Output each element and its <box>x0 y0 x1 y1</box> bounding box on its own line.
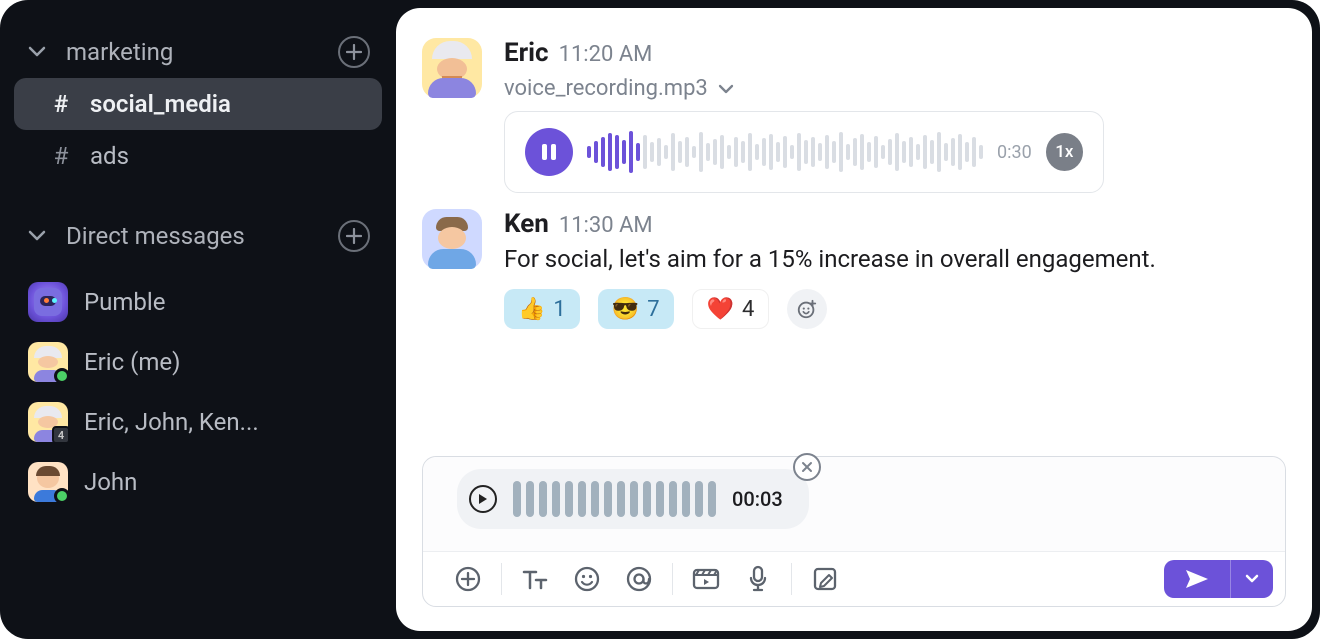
avatar: 4 <box>28 402 68 442</box>
add-dm-button[interactable] <box>338 220 370 252</box>
presence-online-icon <box>54 488 70 504</box>
hash-icon: # <box>50 90 72 118</box>
waveform[interactable] <box>587 131 983 173</box>
hash-icon: # <box>50 142 72 170</box>
reaction-sunglasses[interactable]: 😎 7 <box>598 289 674 329</box>
avatar[interactable] <box>422 38 482 98</box>
audio-duration: 0:30 <box>997 142 1032 163</box>
channel-social-media[interactable]: # social_media <box>14 78 382 130</box>
mention-button[interactable] <box>624 564 654 594</box>
reactions-row: 👍 1 😎 7 ❤️ 4 <box>504 289 1286 329</box>
reaction-count: 7 <box>647 297 659 322</box>
formatting-button[interactable] <box>520 564 550 594</box>
remove-recording-button[interactable] <box>793 453 821 481</box>
chevron-down-icon <box>26 230 48 242</box>
send-button[interactable] <box>1164 560 1230 598</box>
message-text: For social, let's aim for a 15% increase… <box>504 245 1286 273</box>
sidebar: marketing # social_media # ads Direct me… <box>0 0 396 639</box>
group-count-badge: 4 <box>52 426 70 444</box>
composer-toolbar <box>423 552 1285 606</box>
play-recording-button[interactable] <box>469 485 497 513</box>
attach-button[interactable] <box>453 564 483 594</box>
avatar <box>28 282 68 322</box>
emoji-thumbsup-icon: 👍 <box>518 297 545 322</box>
dm-section-label: Direct messages <box>66 222 320 250</box>
dm-label: Eric (me) <box>84 348 180 376</box>
reaction-thumbsup[interactable]: 👍 1 <box>504 289 580 329</box>
channel-label: ads <box>90 142 129 170</box>
avatar[interactable] <box>422 209 482 269</box>
send-options-button[interactable] <box>1230 560 1273 598</box>
channels-section-header[interactable]: marketing <box>0 26 396 78</box>
dm-eric-me[interactable]: Eric (me) <box>0 332 396 392</box>
chat-panel: Eric 11:20 AM voice_recording.mp3 <box>396 8 1312 631</box>
dm-label: Eric, John, Ken... <box>84 408 259 436</box>
add-reaction-button[interactable] <box>787 289 827 329</box>
message-timestamp: 11:30 AM <box>559 213 653 238</box>
attachment-header[interactable]: voice_recording.mp3 <box>504 76 1286 101</box>
emoji-button[interactable] <box>572 564 602 594</box>
dm-label: John <box>84 468 137 496</box>
presence-online-icon <box>54 368 70 384</box>
message-body: Ken 11:30 AM For social, let's aim for a… <box>504 209 1286 329</box>
dm-section-header[interactable]: Direct messages <box>0 210 396 262</box>
avatar <box>28 342 68 382</box>
emoji-sunglasses-icon: 😎 <box>612 297 639 322</box>
compose-button[interactable] <box>810 564 840 594</box>
recording-duration: 00:03 <box>732 487 783 511</box>
dm-group[interactable]: 4 Eric, John, Ken... <box>0 392 396 452</box>
avatar <box>28 462 68 502</box>
chevron-down-icon <box>26 46 48 58</box>
channels-section-label: marketing <box>66 38 320 66</box>
message: Ken 11:30 AM For social, let's aim for a… <box>422 209 1286 329</box>
app-root: marketing # social_media # ads Direct me… <box>0 0 1320 639</box>
message-header: Ken 11:30 AM <box>504 209 1286 239</box>
message-author[interactable]: Eric <box>504 38 549 68</box>
message-author[interactable]: Ken <box>504 209 549 239</box>
voice-recording-pill: 00:03 <box>457 469 809 529</box>
pause-button[interactable] <box>525 128 573 176</box>
microphone-button[interactable] <box>743 564 773 594</box>
message: Eric 11:20 AM voice_recording.mp3 <box>422 38 1286 193</box>
dm-label: Pumble <box>84 288 165 316</box>
recording-waveform <box>513 479 716 519</box>
send-button-group <box>1164 560 1273 598</box>
dm-john[interactable]: John <box>0 452 396 512</box>
add-channel-button[interactable] <box>338 36 370 68</box>
audio-player: 0:30 1x <box>504 111 1104 193</box>
playback-speed-button[interactable]: 1x <box>1046 133 1083 171</box>
message-timestamp: 11:20 AM <box>559 42 653 67</box>
chevron-down-icon <box>718 84 734 94</box>
channel-ads[interactable]: # ads <box>14 130 382 182</box>
emoji-heart-icon: ❤️ <box>707 297 734 322</box>
dm-pumble[interactable]: Pumble <box>0 272 396 332</box>
video-button[interactable] <box>691 564 721 594</box>
composer-attachment-area: 00:03 <box>423 457 1285 552</box>
message-body: Eric 11:20 AM voice_recording.mp3 <box>504 38 1286 193</box>
message-composer: 00:03 <box>422 456 1286 607</box>
channel-label: social_media <box>90 90 231 118</box>
reaction-heart[interactable]: ❤️ 4 <box>692 289 770 329</box>
message-header: Eric 11:20 AM <box>504 38 1286 68</box>
reaction-count: 1 <box>553 297 565 322</box>
reaction-count: 4 <box>742 297 754 322</box>
attachment-filename: voice_recording.mp3 <box>504 76 708 101</box>
